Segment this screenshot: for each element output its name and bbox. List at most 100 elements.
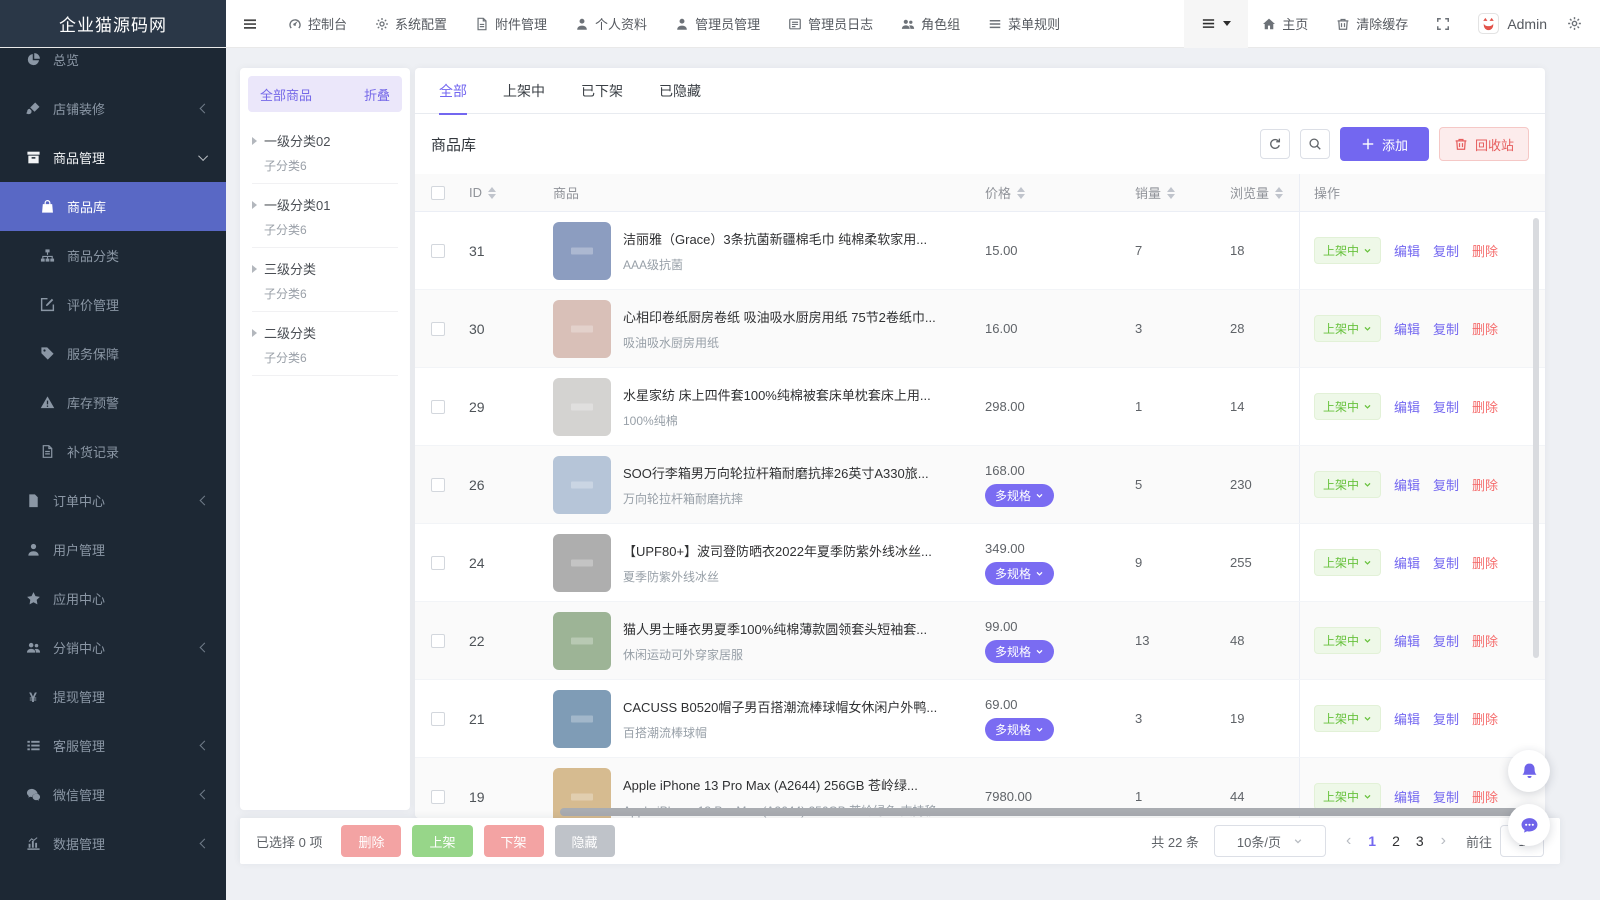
topnav-item-console[interactable]: 控制台 bbox=[274, 0, 361, 48]
header-views[interactable]: 浏览量 bbox=[1222, 174, 1299, 211]
row-checkbox[interactable] bbox=[431, 556, 445, 570]
tab-hidden[interactable]: 已隐藏 bbox=[659, 68, 701, 114]
status-dropdown[interactable]: 上架中 bbox=[1314, 627, 1381, 654]
status-dropdown[interactable]: 上架中 bbox=[1314, 471, 1381, 498]
copy-link[interactable]: 复制 bbox=[1433, 241, 1459, 260]
edit-link[interactable]: 编辑 bbox=[1394, 397, 1420, 416]
copy-link[interactable]: 复制 bbox=[1433, 319, 1459, 338]
delete-link[interactable]: 删除 bbox=[1472, 553, 1498, 572]
batch-off-sale-button[interactable]: 下架 bbox=[484, 825, 544, 857]
refresh-button[interactable] bbox=[1260, 129, 1290, 159]
product-thumbnail[interactable] bbox=[553, 222, 611, 280]
sidebar-item-overview[interactable]: 总览 bbox=[0, 48, 226, 84]
sidebar-item-customer-service[interactable]: 客服管理 bbox=[0, 721, 226, 770]
sidebar-item-wechat-management[interactable]: 微信管理 bbox=[0, 770, 226, 819]
topnav-item-admin-manage[interactable]: 管理员管理 bbox=[661, 0, 774, 48]
sidebar-item-restock-records[interactable]: 补货记录 bbox=[0, 427, 226, 476]
sidebar-item-service-guarantee[interactable]: 服务保障 bbox=[0, 329, 226, 378]
product-thumbnail[interactable] bbox=[553, 300, 611, 358]
recycle-bin-button[interactable]: 回收站 bbox=[1439, 127, 1529, 161]
sidebar-item-product-library[interactable]: 商品库 bbox=[0, 182, 226, 231]
clear-cache-button[interactable]: 清除缓存 bbox=[1322, 0, 1422, 48]
category-item[interactable]: 三级分类 子分类6 bbox=[252, 248, 398, 312]
delete-link[interactable]: 删除 bbox=[1472, 475, 1498, 494]
batch-delete-button[interactable]: 删除 bbox=[341, 825, 401, 857]
search-button[interactable] bbox=[1300, 129, 1330, 159]
category-item[interactable]: 二级分类 子分类6 bbox=[252, 312, 398, 376]
delete-link[interactable]: 删除 bbox=[1472, 319, 1498, 338]
status-dropdown[interactable]: 上架中 bbox=[1314, 393, 1381, 420]
page-size-select[interactable]: 10条/页 bbox=[1214, 825, 1326, 857]
copy-link[interactable]: 复制 bbox=[1433, 397, 1459, 416]
multi-spec-dropdown[interactable]: 多规格 bbox=[985, 562, 1054, 585]
delete-link[interactable]: 删除 bbox=[1472, 787, 1498, 806]
delete-link[interactable]: 删除 bbox=[1472, 241, 1498, 260]
status-dropdown[interactable]: 上架中 bbox=[1314, 705, 1381, 732]
delete-link[interactable]: 删除 bbox=[1472, 709, 1498, 728]
product-thumbnail[interactable] bbox=[553, 378, 611, 436]
copy-link[interactable]: 复制 bbox=[1433, 709, 1459, 728]
header-id[interactable]: ID bbox=[461, 174, 545, 211]
page-number-1[interactable]: 1 bbox=[1360, 833, 1384, 849]
topnav-item-admin-log[interactable]: 管理员日志 bbox=[774, 0, 887, 48]
sidebar-item-product-category[interactable]: 商品分类 bbox=[0, 231, 226, 280]
edit-link[interactable]: 编辑 bbox=[1394, 319, 1420, 338]
topnav-item-menu-rules[interactable]: 菜单规则 bbox=[974, 0, 1074, 48]
status-dropdown[interactable]: 上架中 bbox=[1314, 549, 1381, 576]
chat-fab[interactable] bbox=[1508, 804, 1550, 846]
collapse-button[interactable]: 折叠 bbox=[364, 85, 390, 104]
row-checkbox[interactable] bbox=[431, 634, 445, 648]
page-number-3[interactable]: 3 bbox=[1408, 833, 1432, 849]
category-item[interactable]: 一级分类02 子分类6 bbox=[252, 120, 398, 184]
tab-on-sale[interactable]: 上架中 bbox=[503, 68, 545, 114]
copy-link[interactable]: 复制 bbox=[1433, 475, 1459, 494]
sidebar-item-order-center[interactable]: 订单中心 bbox=[0, 476, 226, 525]
tab-off-sale[interactable]: 已下架 bbox=[581, 68, 623, 114]
topnav-item-role-group[interactable]: 角色组 bbox=[887, 0, 974, 48]
row-checkbox[interactable] bbox=[431, 322, 445, 336]
topnav-item-attachments[interactable]: 附件管理 bbox=[461, 0, 561, 48]
header-sales[interactable]: 销量 bbox=[1127, 174, 1222, 211]
select-all-checkbox[interactable] bbox=[431, 186, 445, 200]
edit-link[interactable]: 编辑 bbox=[1394, 709, 1420, 728]
sidebar-item-product-management[interactable]: 商品管理 bbox=[0, 133, 226, 182]
sort-icon[interactable] bbox=[1167, 187, 1175, 199]
delete-link[interactable]: 删除 bbox=[1472, 631, 1498, 650]
row-checkbox[interactable] bbox=[431, 400, 445, 414]
page-number-2[interactable]: 2 bbox=[1384, 833, 1408, 849]
edit-link[interactable]: 编辑 bbox=[1394, 631, 1420, 650]
status-dropdown[interactable]: 上架中 bbox=[1314, 783, 1381, 810]
row-checkbox[interactable] bbox=[431, 478, 445, 492]
user-menu[interactable]: Admin bbox=[1464, 0, 1561, 48]
product-thumbnail[interactable] bbox=[553, 690, 611, 748]
sidebar-item-shop-decoration[interactable]: 店铺装修 bbox=[0, 84, 226, 133]
copy-link[interactable]: 复制 bbox=[1433, 787, 1459, 806]
delete-link[interactable]: 删除 bbox=[1472, 397, 1498, 416]
product-thumbnail[interactable] bbox=[553, 534, 611, 592]
sort-icon[interactable] bbox=[488, 187, 496, 199]
sidebar-item-review-management[interactable]: 评价管理 bbox=[0, 280, 226, 329]
topnav-item-system-config[interactable]: 系统配置 bbox=[361, 0, 461, 48]
nav-more-dropdown[interactable] bbox=[1184, 0, 1248, 48]
category-item[interactable]: 一级分类01 子分类6 bbox=[252, 184, 398, 248]
settings-button[interactable] bbox=[1561, 16, 1600, 31]
edit-link[interactable]: 编辑 bbox=[1394, 553, 1420, 572]
next-page-button[interactable]: › bbox=[1436, 832, 1451, 850]
sidebar-item-distribution-center[interactable]: 分销中心 bbox=[0, 623, 226, 672]
product-thumbnail[interactable] bbox=[553, 612, 611, 670]
row-checkbox[interactable] bbox=[431, 790, 445, 804]
category-all-label[interactable]: 全部商品 bbox=[260, 85, 312, 104]
sidebar-toggle-icon[interactable] bbox=[226, 16, 274, 32]
row-checkbox[interactable] bbox=[431, 244, 445, 258]
edit-link[interactable]: 编辑 bbox=[1394, 475, 1420, 494]
sidebar-item-data-management[interactable]: 数据管理 bbox=[0, 819, 226, 868]
product-thumbnail[interactable] bbox=[553, 456, 611, 514]
sidebar-item-stock-warning[interactable]: 库存预警 bbox=[0, 378, 226, 427]
vertical-scrollbar[interactable] bbox=[1533, 218, 1539, 658]
sort-icon[interactable] bbox=[1017, 187, 1025, 199]
row-checkbox[interactable] bbox=[431, 712, 445, 726]
batch-on-sale-button[interactable]: 上架 bbox=[412, 825, 472, 857]
tab-all[interactable]: 全部 bbox=[439, 68, 467, 114]
batch-hide-button[interactable]: 隐藏 bbox=[555, 825, 615, 857]
sidebar-item-withdrawal-management[interactable]: ¥提现管理 bbox=[0, 672, 226, 721]
